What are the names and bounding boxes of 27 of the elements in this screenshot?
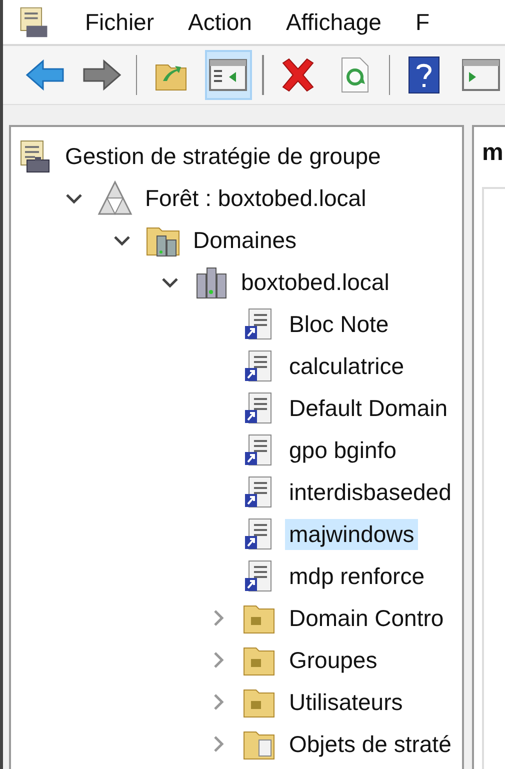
tree-item[interactable]: Bloc Note: [285, 308, 393, 340]
back-arrow-icon: [24, 59, 65, 91]
tree-item[interactable]: gpo bginfo: [285, 434, 400, 466]
refresh-icon: [338, 56, 371, 94]
tree-item[interactable]: Objets de straté: [285, 728, 456, 760]
tree-item[interactable]: Default Domain: [285, 392, 452, 424]
menu-item[interactable]: Affichage: [286, 8, 382, 36]
tree-item[interactable]: Groupes: [285, 644, 382, 676]
tree-item[interactable]: interdisbaseded: [285, 476, 456, 508]
tree-item[interactable]: Gestion de stratégie de groupe: [61, 140, 385, 172]
menu-item[interactable]: Fichier: [85, 8, 154, 36]
menu-item[interactable]: F: [415, 8, 430, 36]
window-pane-icon: [208, 57, 248, 93]
tree-item[interactable]: Utilisateurs: [285, 686, 407, 718]
help-icon: [406, 55, 441, 95]
tree-item[interactable]: mdp renforce: [285, 560, 429, 592]
window-pane-icon: [461, 57, 502, 93]
triangle-forest-icon: [97, 180, 133, 216]
tree-item[interactable]: calculatrice: [285, 350, 408, 382]
panel-title: m: [482, 139, 504, 167]
tree-item[interactable]: boxtobed.local: [237, 266, 394, 298]
tree-item[interactable]: Domaines: [189, 224, 301, 256]
tree-item[interactable]: Forêt : boxtobed.local: [141, 182, 370, 214]
tree-item[interactable]: majwindows: [285, 518, 418, 550]
menu-item[interactable]: Action: [188, 8, 252, 36]
tree-item[interactable]: Domain Contro: [285, 602, 448, 634]
forward-arrow-icon: [82, 59, 122, 91]
